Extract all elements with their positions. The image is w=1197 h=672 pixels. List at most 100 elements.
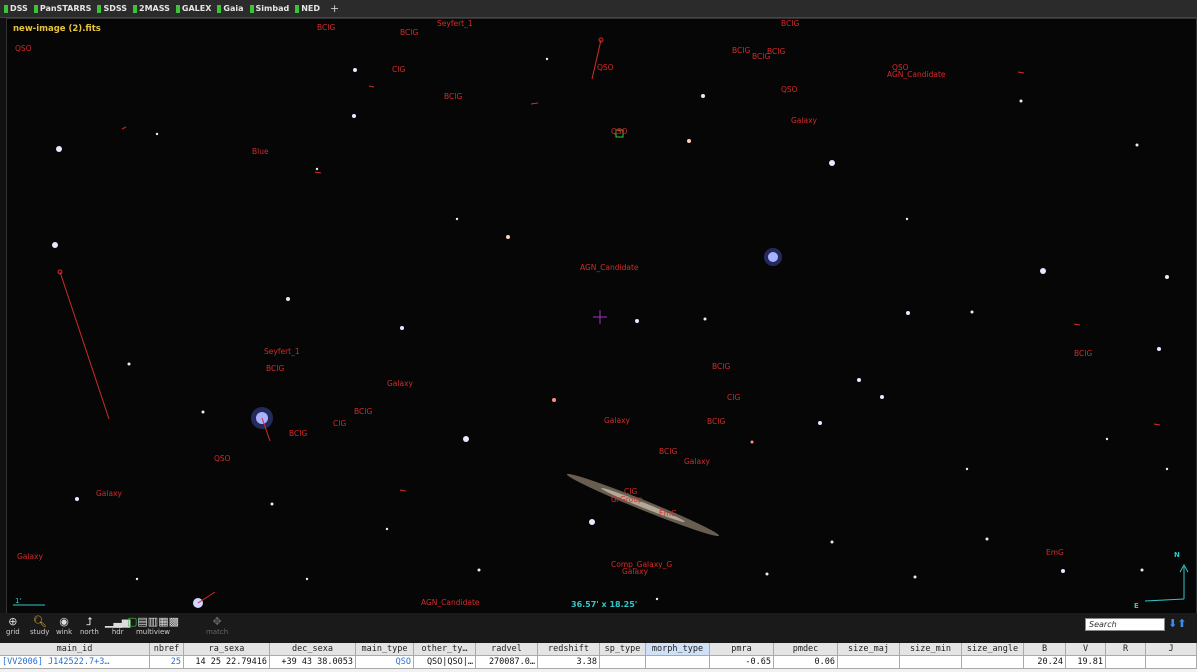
column-header[interactable]: V <box>1066 643 1106 655</box>
measurement-table: main_id nbref ra_sexa dec_sexa main_type othe… <box>0 643 1197 672</box>
table-header: main_id nbref ra_sexa dec_sexa main_type othe… <box>0 643 1197 656</box>
catalog-label[interactable]: QSO <box>15 44 32 53</box>
bookmark-icon <box>97 4 102 13</box>
survey-panstarrs[interactable]: PanSTARRS <box>33 4 92 13</box>
search-nav[interactable]: ⬇⬆ <box>1168 617 1186 630</box>
table-cell <box>962 656 1024 668</box>
catalog-label[interactable]: BCIG <box>354 407 372 416</box>
catalog-label[interactable]: BCIG <box>659 447 677 456</box>
column-header[interactable]: sp_type <box>600 643 646 655</box>
column-header[interactable]: ra_sexa <box>184 643 270 655</box>
catalog-label[interactable]: Galaxy <box>684 457 710 466</box>
catalog-label[interactable]: BCIG <box>712 362 730 371</box>
bookmark-icon <box>295 4 300 13</box>
column-header[interactable]: B <box>1024 643 1066 655</box>
catalog-label[interactable]: Galaxy <box>387 379 413 388</box>
compass <box>1144 563 1189 602</box>
column-header[interactable]: nbref <box>150 643 184 655</box>
catalog-label[interactable]: Seyfert_1 <box>264 347 300 356</box>
grid-tool[interactable]: ⊕ grid <box>6 615 20 636</box>
catalog-label[interactable]: Seyfert_1 <box>437 19 473 28</box>
column-header[interactable]: size_min <box>900 643 962 655</box>
column-header[interactable]: size_maj <box>838 643 900 655</box>
survey-label: PanSTARRS <box>39 4 92 13</box>
catalog-label[interactable]: BCIG <box>444 92 462 101</box>
table-cell[interactable]: [VV2006] J142522.7+3… <box>0 656 150 668</box>
column-header[interactable]: R <box>1106 643 1146 655</box>
catalog-label[interactable]: Galaxy <box>622 567 648 576</box>
survey-dss[interactable]: DSS <box>4 4 28 13</box>
catalog-label[interactable]: BCIG <box>781 19 799 28</box>
arrow-down-icon[interactable]: ⬇ <box>1168 617 1177 630</box>
column-header[interactable]: redshift <box>538 643 600 655</box>
catalog-label[interactable]: CIG <box>392 65 405 74</box>
table-cell: 270087.0… <box>476 656 538 668</box>
catalog-label[interactable]: Galaxy <box>96 489 122 498</box>
column-header[interactable]: main_id <box>0 643 150 655</box>
column-header[interactable]: J <box>1146 643 1197 655</box>
column-header[interactable]: radvel <box>476 643 538 655</box>
table-cell <box>900 656 962 668</box>
catalog-label[interactable]: AGN_Candidate <box>580 263 639 272</box>
catalog-label[interactable]: BCIG <box>317 23 335 32</box>
catalog-label[interactable]: Galaxy <box>604 416 630 425</box>
catalog-label[interactable]: BCIG <box>1074 349 1092 358</box>
catalog-label[interactable]: BCIG <box>732 46 750 55</box>
survey-gaia[interactable]: Gaia <box>217 4 244 13</box>
sky-view[interactable]: new-image (2).fits 1' 36.57' x 18.25' N … <box>6 18 1197 614</box>
catalog-label[interactable]: QSO <box>597 63 614 72</box>
column-header[interactable]: dec_sexa <box>270 643 356 655</box>
catalog-label[interactable]: BCIG <box>266 364 284 373</box>
catalog-label[interactable]: Galaxy <box>791 116 817 125</box>
column-header[interactable]: main_type <box>356 643 414 655</box>
catalog-label[interactable]: QSO <box>781 85 798 94</box>
study-tool[interactable]: 🔍︎ study <box>30 615 49 636</box>
catalog-label[interactable]: CIG <box>727 393 740 402</box>
north-tool[interactable]: ⮥ north <box>80 615 99 636</box>
survey-bar: DSS PanSTARRS SDSS 2MASS GALEX Gaia Simbad NED + <box>0 0 1197 18</box>
star <box>1140 568 1144 572</box>
catalog-label[interactable]: EmG <box>659 509 677 518</box>
match-tool[interactable]: ✥ match <box>206 615 228 636</box>
arrow-up-icon[interactable]: ⬆ <box>1177 617 1186 630</box>
view-toolbar: ⊕ grid 🔍︎ study ◉ wink ⮥ north ▁▃▅ hdr ▢… <box>0 613 1197 643</box>
catalog-label[interactable]: BCIG <box>707 417 725 426</box>
catalog-label[interactable]: BCIG <box>767 47 785 56</box>
column-header[interactable]: size_angle <box>962 643 1024 655</box>
column-header[interactable]: pmdec <box>774 643 838 655</box>
catalog-label[interactable]: BCIG <box>289 429 307 438</box>
table-cell <box>600 656 646 668</box>
star <box>965 467 969 471</box>
table-cell: 25 <box>150 656 184 668</box>
column-header[interactable]: pmra <box>710 643 774 655</box>
wink-tool[interactable]: ◉ wink <box>56 615 72 636</box>
source-marker <box>1153 423 1161 426</box>
north-icon: ⮥ <box>86 615 93 628</box>
survey-2mass[interactable]: 2MASS <box>133 4 170 13</box>
catalog-label[interactable]: Galaxy <box>17 552 43 561</box>
catalog-label[interactable]: AGN_Candidate <box>887 70 946 79</box>
survey-galex[interactable]: GALEX <box>175 4 211 13</box>
source-marker <box>1073 323 1081 326</box>
catalog-label[interactable]: QSO <box>214 454 231 463</box>
survey-sdss[interactable]: SDSS <box>97 4 127 13</box>
search-input[interactable]: Search <box>1085 618 1165 631</box>
table-row[interactable]: [VV2006] J142522.7+3… 25 14 25 22.79416 +39… <box>0 656 1197 669</box>
catalog-label[interactable]: BCIG <box>400 28 418 37</box>
column-header[interactable]: other_ty… <box>414 643 476 655</box>
catalog-label[interactable]: Blue <box>252 147 269 156</box>
catalog-label[interactable]: EmG <box>1046 548 1064 557</box>
compass-east-label: E <box>1134 602 1139 610</box>
source-marker <box>314 171 322 174</box>
multiview-tool[interactable]: ▢▤▥▦▩ multiview <box>127 615 179 636</box>
catalog-label[interactable]: GrGroup <box>611 495 643 504</box>
star <box>1165 275 1169 279</box>
survey-simbad[interactable]: Simbad <box>249 4 289 13</box>
catalog-label[interactable]: CIG <box>333 419 346 428</box>
column-header[interactable]: morph_type <box>646 643 710 655</box>
catalog-label[interactable]: AGN_Candidate <box>421 598 480 607</box>
star <box>1165 467 1169 471</box>
catalog-label[interactable]: QSO <box>611 127 628 136</box>
survey-ned[interactable]: NED <box>295 4 320 13</box>
add-survey-button[interactable]: + <box>330 2 339 15</box>
